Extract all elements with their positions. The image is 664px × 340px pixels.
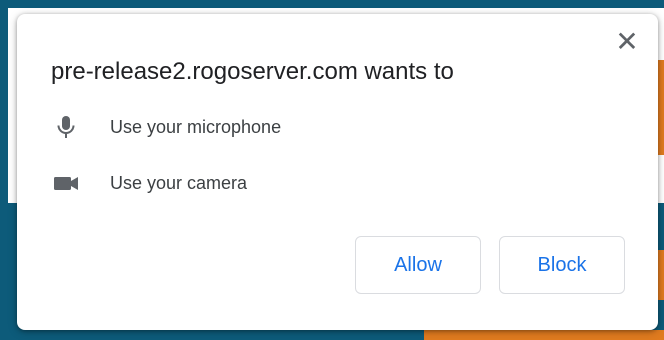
dialog-title: pre-release2.rogoserver.com wants to [51,58,454,85]
allow-button[interactable]: Allow [355,236,481,294]
close-icon[interactable]: ✕ [614,28,640,56]
block-button[interactable]: Block [499,236,625,294]
page-background-left-strip [0,0,8,340]
permission-dialog: ✕ pre-release2.rogoserver.com wants to U… [17,14,658,330]
permission-label-camera: Use your camera [110,173,248,193]
page-background-orange-bottom [424,330,664,340]
permission-label-microphone: Use your microphone [110,117,282,137]
camera-icon [51,168,81,198]
microphone-icon [51,112,81,142]
page-background-top-strip [0,0,664,8]
